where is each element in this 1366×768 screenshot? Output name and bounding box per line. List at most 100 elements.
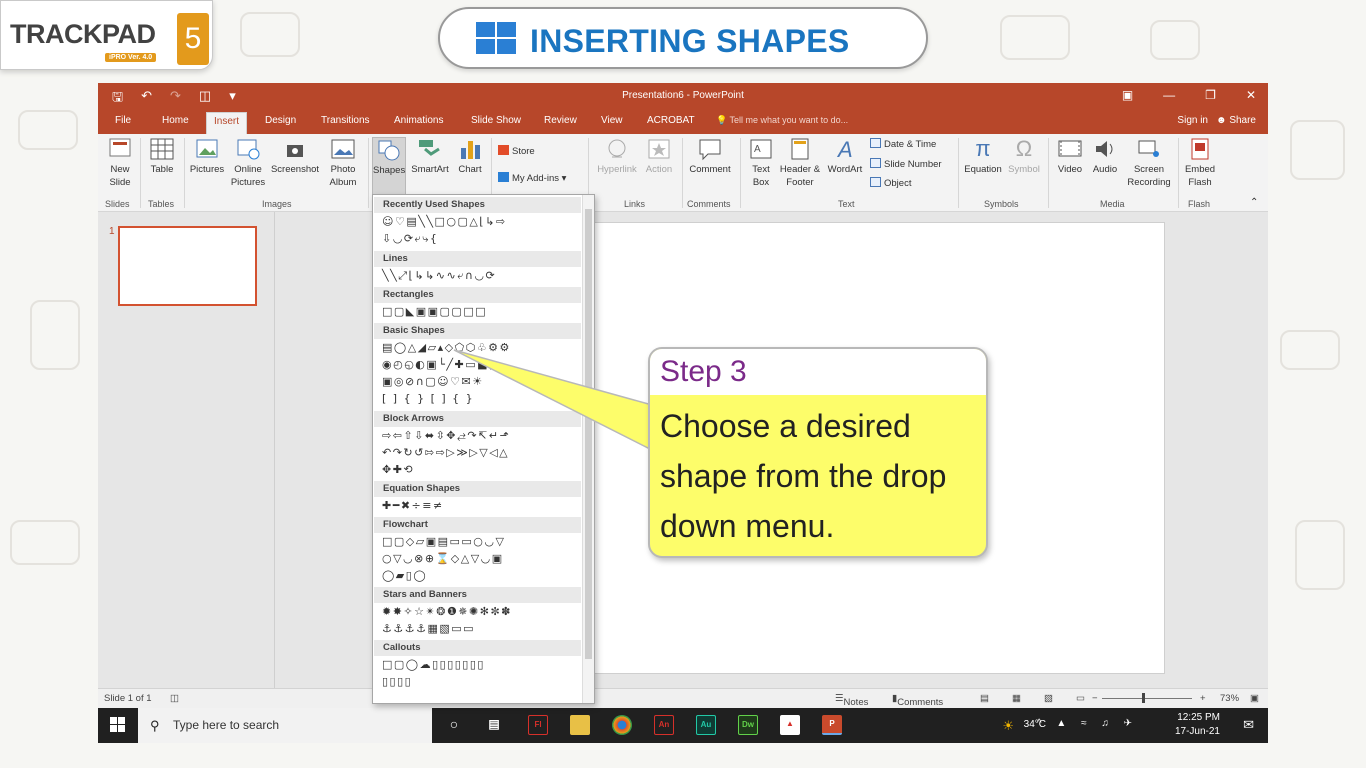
- audition-app-icon[interactable]: Au: [696, 715, 716, 735]
- close-icon[interactable]: ✕: [1246, 88, 1256, 102]
- tab-insert[interactable]: Insert: [206, 112, 248, 134]
- chart-button[interactable]: Chart: [454, 137, 486, 176]
- taskbar-search[interactable]: ⚲ Type here to search: [138, 708, 432, 743]
- zoom-in-icon[interactable]: +: [1200, 693, 1206, 704]
- shapes-basic-row[interactable]: ▤◯△◢▱▴◇⬠⬡♧⚙⚙: [382, 341, 511, 354]
- windows-start-icon[interactable]: [110, 717, 126, 733]
- slide-show-icon[interactable]: ▭: [1076, 693, 1085, 704]
- fit-to-window-icon[interactable]: ▣: [1250, 693, 1259, 704]
- shapes-arrows-row[interactable]: ⇨⇦⇧⇩⬌⇳✥⥄↷↸↵⬏: [382, 429, 510, 443]
- shapes-basic-row[interactable]: ▣◎⊘∩▢☺♡✉☀: [382, 375, 484, 388]
- tab-animations[interactable]: Animations: [394, 115, 443, 126]
- shapes-stars-row[interactable]: ✹✸✧☆✴❂❶✵✺✻✼✽: [382, 605, 512, 618]
- text-box-button[interactable]: A Text Box: [746, 137, 776, 189]
- audio-label: Audio: [1092, 164, 1118, 175]
- shapes-equation-row[interactable]: ✚━✖÷≡≠: [382, 499, 444, 512]
- task-view-icon[interactable]: ▤: [484, 715, 504, 735]
- shapes-flowchart-row[interactable]: ◯▰▯◯: [382, 569, 427, 582]
- symbol-button[interactable]: Ω Symbol: [1006, 137, 1042, 176]
- my-addins-button[interactable]: My Add-ins ▾: [498, 172, 566, 184]
- dreamweaver-app-icon[interactable]: Dw: [738, 715, 758, 735]
- shapes-callouts-row[interactable]: □▢◯☁▯▯▯▯▯▯▯: [382, 658, 485, 671]
- zoom-level[interactable]: 73%: [1220, 693, 1239, 704]
- online-pictures-button[interactable]: Online Pictures: [229, 137, 267, 189]
- share-button[interactable]: ☻ Share: [1216, 115, 1256, 126]
- animate-app-icon[interactable]: An: [654, 715, 674, 735]
- slide-sorter-icon[interactable]: ▦: [1012, 693, 1021, 704]
- screenshot-icon: [282, 137, 308, 161]
- action-button[interactable]: Action: [642, 137, 676, 176]
- slide-info: Slide 1 of 1: [104, 693, 152, 704]
- date-time-button[interactable]: Date & Time: [870, 138, 936, 150]
- cortana-icon[interactable]: ○: [444, 715, 464, 735]
- notifications-icon[interactable]: ✉: [1243, 717, 1254, 733]
- reading-view-icon[interactable]: ▧: [1044, 693, 1053, 704]
- embed-flash-button[interactable]: Embed Flash: [1182, 137, 1218, 189]
- tab-review[interactable]: Review: [544, 115, 577, 126]
- equation-button[interactable]: π Equation: [962, 137, 1004, 176]
- object-button[interactable]: Object: [870, 177, 911, 189]
- audio-button[interactable]: Audio: [1088, 137, 1122, 176]
- store-button[interactable]: Store: [498, 145, 535, 157]
- normal-view-icon[interactable]: ▤: [980, 693, 989, 704]
- tell-me-search[interactable]: 💡 Tell me what you want to do...: [716, 115, 848, 126]
- hyperlink-button[interactable]: Hyperlink: [594, 137, 640, 176]
- wordart-button[interactable]: A WordArt: [824, 137, 866, 176]
- shapes-basic-row[interactable]: [ ] { } [ ] { }: [382, 392, 474, 405]
- flash-app-icon[interactable]: Fl: [528, 715, 548, 735]
- minimize-icon[interactable]: —: [1163, 88, 1175, 102]
- tab-slide-show[interactable]: Slide Show: [471, 115, 521, 126]
- slide-number-button[interactable]: Slide Number: [870, 158, 942, 170]
- tab-view[interactable]: View: [601, 115, 623, 126]
- powerpoint-app-icon[interactable]: P: [822, 715, 842, 735]
- shapes-scrollbar[interactable]: [582, 195, 594, 703]
- video-button[interactable]: Video: [1054, 137, 1086, 176]
- svg-text:A: A: [754, 144, 761, 155]
- shapes-recent-row[interactable]: ☺♡▤╲╲□○▢△⌊↳⇨: [382, 215, 507, 228]
- shapes-stars-row[interactable]: ⚓⚓⚓⚓▦▧▭▭: [382, 622, 475, 635]
- shapes-flowchart-row[interactable]: □▢◇▱▣▤▭▭○◡▽: [382, 535, 505, 548]
- tab-design[interactable]: Design: [265, 115, 296, 126]
- zoom-out-icon[interactable]: −: [1092, 693, 1098, 704]
- shapes-lines-row[interactable]: ╲╲⤢⌊↳↳∿∿⤶∩◡⟳: [382, 269, 496, 283]
- screen-recording-button[interactable]: Screen Recording: [1124, 137, 1174, 189]
- restore-icon[interactable]: ❐: [1205, 88, 1216, 102]
- comments-button[interactable]: ▮ Comments: [892, 693, 943, 708]
- spell-check-icon[interactable]: ◫: [170, 693, 179, 704]
- header-footer-button[interactable]: Header & Footer: [778, 137, 822, 189]
- zoom-slider[interactable]: [1102, 693, 1192, 703]
- tab-transitions[interactable]: Transitions: [321, 115, 370, 126]
- tab-file[interactable]: File: [115, 115, 131, 126]
- photo-album-button[interactable]: Photo Album: [323, 137, 363, 189]
- shapes-rectangles-row[interactable]: □▢◣▣▣▢▢□□: [382, 305, 487, 318]
- shapes-callouts-row[interactable]: ▯▯▯▯: [382, 675, 412, 688]
- shapes-scrollbar-thumb[interactable]: [585, 209, 592, 659]
- shapes-arrows-row[interactable]: ✥✚⟲: [382, 463, 414, 476]
- tab-acrobat[interactable]: ACROBAT: [647, 115, 695, 126]
- shapes-flowchart-row[interactable]: ○▽◡⊗⊕⌛◇△▽◡▣: [382, 552, 504, 565]
- shapes-recent-row[interactable]: ⇩◡⟳⤶⤷{: [382, 232, 438, 246]
- comment-button[interactable]: Comment: [686, 137, 734, 176]
- clock-date[interactable]: 17-Jun-21: [1175, 726, 1220, 737]
- shapes-basic-row[interactable]: ◉◴◵◐▣└╱✚▭■▯: [382, 358, 497, 371]
- sign-in-link[interactable]: Sign in: [1177, 115, 1208, 126]
- slide-thumbnail[interactable]: [118, 226, 257, 306]
- tab-home[interactable]: Home: [162, 115, 189, 126]
- table-button[interactable]: Table: [146, 137, 178, 176]
- shapes-arrows-row[interactable]: ↶↷↻↺⇰⇨▷≫▷▽◁△: [382, 446, 509, 459]
- tray-icons[interactable]: ^ ▲ ≈ ♫ ✈: [1037, 718, 1138, 729]
- collapse-ribbon-icon[interactable]: ⌃: [1250, 197, 1258, 208]
- new-slide-button[interactable]: New Slide: [104, 137, 136, 189]
- pictures-button[interactable]: Pictures: [188, 137, 226, 176]
- clock-time[interactable]: 12:25 PM: [1177, 712, 1220, 723]
- acrobat-app-icon[interactable]: ▲: [780, 715, 800, 735]
- chrome-icon[interactable]: [612, 715, 632, 735]
- notes-button[interactable]: ☰ Notes: [835, 693, 868, 708]
- file-explorer-icon[interactable]: [570, 715, 590, 735]
- screenshot-button[interactable]: Screenshot: [269, 137, 321, 176]
- zoom-slider-thumb[interactable]: [1142, 693, 1145, 703]
- smartart-button[interactable]: SmartArt: [408, 137, 452, 176]
- shapes-button[interactable]: Shapes: [372, 137, 406, 195]
- ribbon-display-icon[interactable]: ▣: [1122, 88, 1133, 102]
- weather-icon[interactable]: ☀: [1002, 718, 1014, 734]
